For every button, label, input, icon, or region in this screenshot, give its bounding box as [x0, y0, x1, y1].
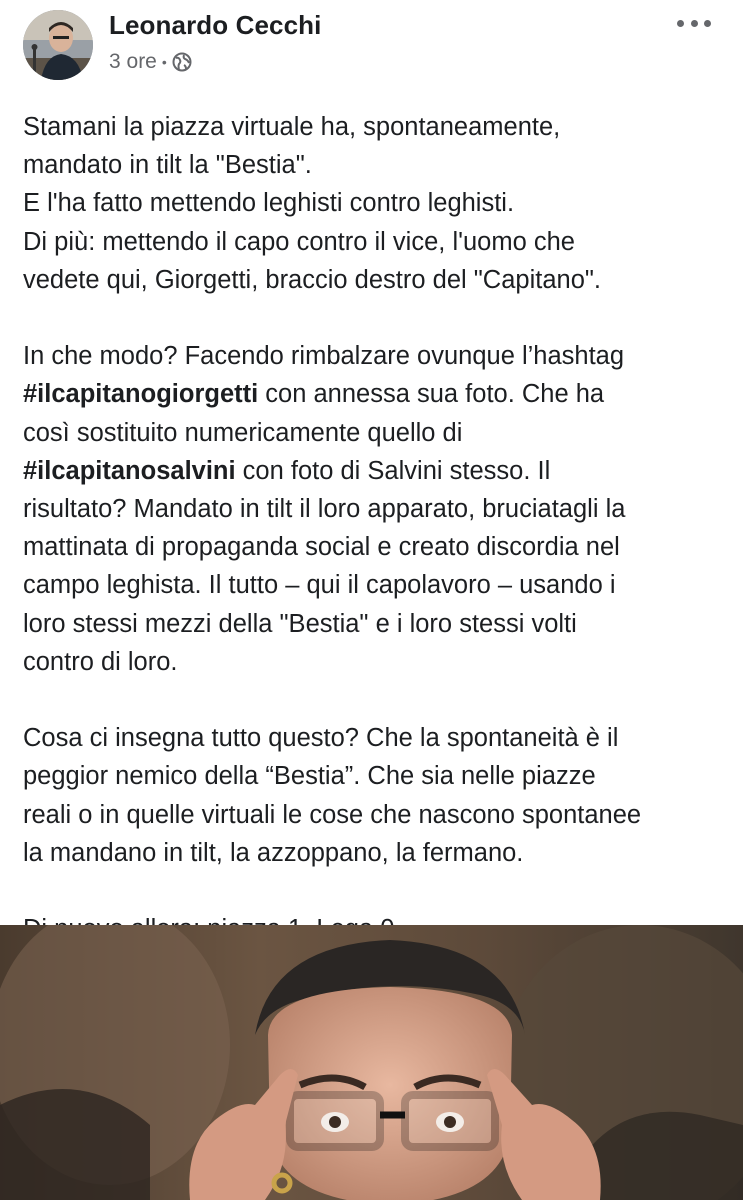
more-horizontal-icon [677, 19, 684, 27]
post-text: Stamani la piazza virtuale ha, spontanea… [23, 108, 728, 948]
photo-image [0, 925, 743, 1200]
text-line: In che modo? Facendo rimbalzare ovunque … [23, 342, 625, 371]
more-horizontal-icon-dot [690, 19, 698, 27]
post-meta: 3 ore • [109, 50, 192, 74]
hashtag-link[interactable]: #ilcapitanogiorgetti [23, 380, 258, 408]
line-remainder: con annessa sua foto. Che ha [258, 380, 605, 409]
text-line: risultato? Mandato in tilt il loro appar… [23, 495, 626, 524]
text-line: la mandano in tilt, la azzoppano, la fer… [23, 838, 524, 867]
paragraph: In che modo? Facendo rimbalzare ovunque … [23, 337, 728, 681]
text-line: vedete qui, Giorgetti, braccio destro de… [23, 265, 602, 294]
paragraph: Cosa ci insegna tutto questo? Che la spo… [23, 719, 728, 872]
post-photo[interactable] [0, 925, 743, 1200]
avatar-image [23, 10, 93, 80]
text-line: loro stessi mezzi della "Bestia" e i lor… [23, 609, 577, 638]
line-remainder: con foto di Salvini stesso. Il [235, 456, 551, 485]
post-timestamp[interactable]: 3 ore [109, 50, 157, 74]
text-line: mandato in tilt la "Bestia". [23, 151, 312, 180]
more-options-button[interactable] [677, 16, 711, 30]
paragraph: Stamani la piazza virtuale ha, spontanea… [23, 108, 728, 299]
text-line: E l'ha fatto mettendo leghisti contro le… [23, 189, 515, 218]
hashtag-link[interactable]: #ilcapitanosalvini [23, 457, 236, 485]
text-line-with-hashtag: #ilcapitanosalvini con foto di Salvini s… [23, 457, 550, 485]
globe-icon [172, 52, 192, 72]
text-line: mattinata di propaganda social e creato … [23, 533, 620, 562]
avatar[interactable] [23, 10, 93, 80]
meta-separator: • [161, 54, 167, 70]
text-line: contro di loro. [23, 647, 178, 676]
author-name[interactable]: Leonardo Cecchi [109, 10, 321, 41]
text-line: campo leghista. Il tutto – qui il capola… [23, 571, 616, 600]
text-line: reali o in quelle virtuali le cose che n… [23, 800, 642, 829]
text-line-with-hashtag: #ilcapitanogiorgetti con annessa sua fot… [23, 380, 604, 408]
text-line: peggior nemico della “Bestia”. Che sia n… [23, 762, 596, 791]
more-horizontal-icon-dot [704, 19, 711, 27]
post-header: Leonardo Cecchi 3 ore • [0, 0, 743, 100]
text-line: Stamani la piazza virtuale ha, spontanea… [23, 113, 561, 141]
text-line: Di più: mettendo il capo contro il vice,… [23, 227, 575, 256]
text-line: Cosa ci insegna tutto questo? Che la spo… [23, 724, 619, 753]
text-line: così sostituito numericamente quello di [23, 418, 463, 447]
